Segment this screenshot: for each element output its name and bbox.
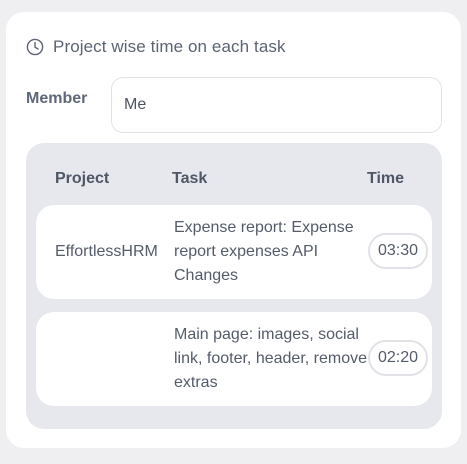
member-input[interactable] [111,77,442,133]
column-header-project: Project [55,170,110,187]
table-row: Main page: images, social link, footer, … [36,312,432,406]
column-header-task: Task [172,170,208,187]
task-time-table: Project Task Time EffortlessHRM Expense … [26,143,442,429]
column-header-time: Time [367,170,405,187]
card-title: Project wise time on each task [53,37,286,56]
time-badge: 03:30 [368,233,428,269]
project-cell: EffortlessHRM [55,243,158,260]
member-label: Member [26,90,88,107]
table-row: EffortlessHRM Expense report: Expense re… [36,205,432,299]
task-cell: Expense report: Expense report expenses … [174,219,354,284]
task-cell: Main page: images, social link, footer, … [174,326,367,391]
clock-icon [26,38,44,56]
project-time-card: Project wise time on each task Member Pr… [6,12,461,448]
time-badge: 02:20 [368,340,428,376]
card-header: Project wise time on each task [26,36,286,58]
